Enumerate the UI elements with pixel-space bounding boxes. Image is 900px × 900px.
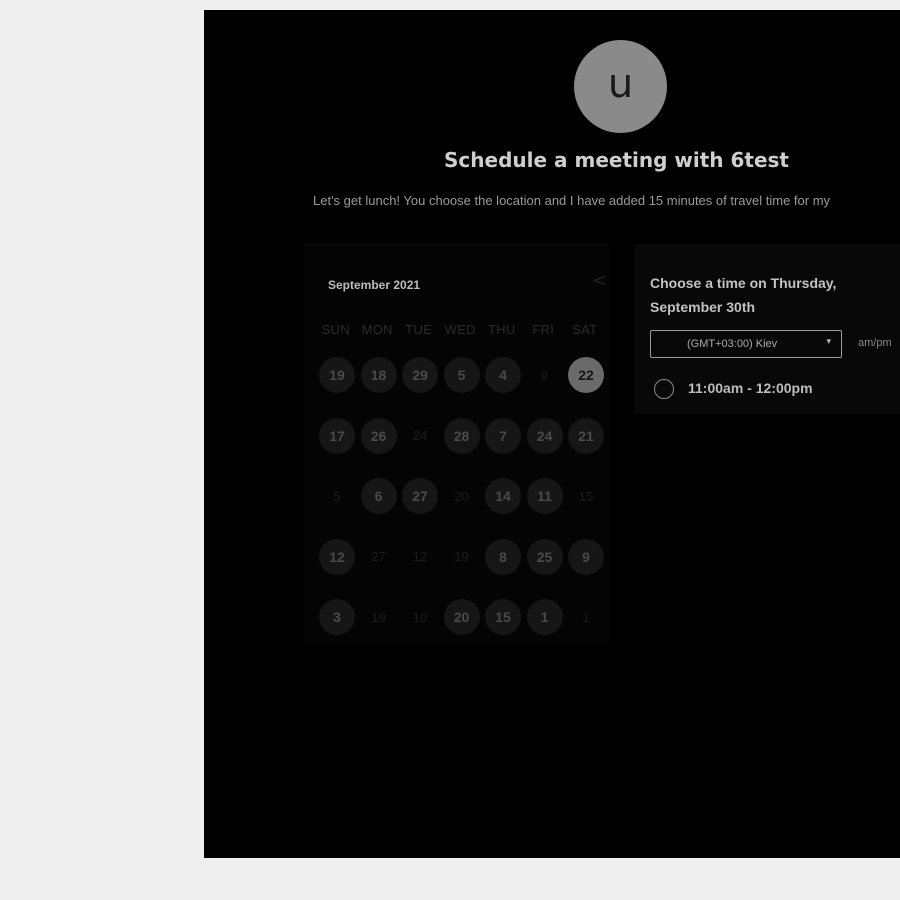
day-cell[interactable]: 15 (485, 599, 521, 635)
day-cell[interactable]: 1 (526, 599, 563, 635)
day-cell[interactable]: 7 (485, 417, 521, 454)
day-cell[interactable]: 28 (443, 417, 480, 454)
day-cell: 9 (540, 367, 549, 383)
time-format-toggle[interactable]: am/pm (858, 337, 892, 349)
day-cell: 19 (454, 549, 469, 564)
host-avatar: u (574, 40, 667, 133)
day-cell: 5 (333, 488, 341, 504)
month-label: September 2021 (328, 278, 421, 292)
day-cell[interactable]: 18 (360, 357, 397, 393)
day-cell[interactable]: 12 (319, 538, 355, 575)
day-grid: 19 18 29 5 4 9 22 17 26 24 28 7 24 21 5 6 27 20 14 11 15 12 27… (317, 347, 608, 650)
weekday-header: SUN MON TUE WED THU FRI SAT (315, 322, 606, 337)
day-cell: 10 (412, 609, 428, 625)
day-cell[interactable]: 4 (485, 357, 521, 393)
day-cell: 12 (412, 549, 428, 564)
weekday-label: TUE (405, 322, 433, 337)
day-cell: 19 (371, 609, 386, 625)
day-cell[interactable]: 14 (485, 478, 521, 514)
weekday-label: FRI (532, 322, 555, 337)
meeting-description: Let's get lunch! You choose the location… (313, 193, 831, 208)
day-cell[interactable]: 27 (402, 478, 438, 514)
day-cell[interactable]: 26 (360, 417, 397, 454)
day-cell[interactable]: 29 (402, 357, 438, 393)
day-cell[interactable]: 21 (568, 417, 604, 454)
time-picker: Choose a time on Thursday, September 30t… (634, 244, 900, 414)
day-cell[interactable]: 5 (443, 357, 480, 393)
calendar: September 2021 < > SUNMONTUEWEDTHUFRISAT… (304, 244, 674, 645)
timezone-select[interactable]: (GMT+03:00) Kiev ▾ (650, 330, 842, 358)
day-cell: 1 (582, 609, 590, 625)
timezone-value: (GMT+03:00) Kiev (687, 338, 778, 350)
time-picker-heading: Choose a time on Thursday, September 30t… (650, 275, 837, 315)
day-cell-selected[interactable]: 22 (568, 357, 604, 393)
day-cell[interactable]: 19 (319, 357, 355, 393)
weekday-label: THU (487, 322, 516, 337)
page-title: Schedule a meeting with 6test (444, 148, 789, 172)
time-slot-radio[interactable] (654, 379, 674, 399)
day-cell[interactable]: 24 (526, 417, 563, 454)
time-slot-label[interactable]: 11:00am - 12:00pm (688, 380, 813, 396)
caret-down-icon: ▾ (826, 336, 831, 346)
day-cell[interactable]: 25 (526, 538, 563, 575)
day-cell[interactable]: 6 (360, 478, 397, 514)
day-cell: 20 (454, 488, 469, 504)
day-cell: 15 (578, 488, 594, 504)
day-cell[interactable]: 20 (443, 599, 480, 635)
day-cell: 24 (412, 428, 428, 443)
weekday-label: SAT (572, 322, 598, 337)
day-cell[interactable]: 8 (485, 538, 521, 575)
chevron-left-icon[interactable]: < (592, 271, 607, 291)
day-cell[interactable]: 3 (319, 599, 355, 635)
weekday-label: MON (361, 322, 393, 337)
day-cell[interactable]: 17 (319, 417, 355, 454)
day-cell[interactable]: 11 (526, 478, 563, 514)
weekday-label: WED (444, 322, 476, 337)
day-cell[interactable]: 9 (568, 538, 604, 575)
scheduler-panel: u Schedule a meeting with 6test Let's ge… (204, 10, 900, 858)
day-cell: 27 (371, 549, 386, 564)
weekday-label: SUN (321, 322, 350, 337)
